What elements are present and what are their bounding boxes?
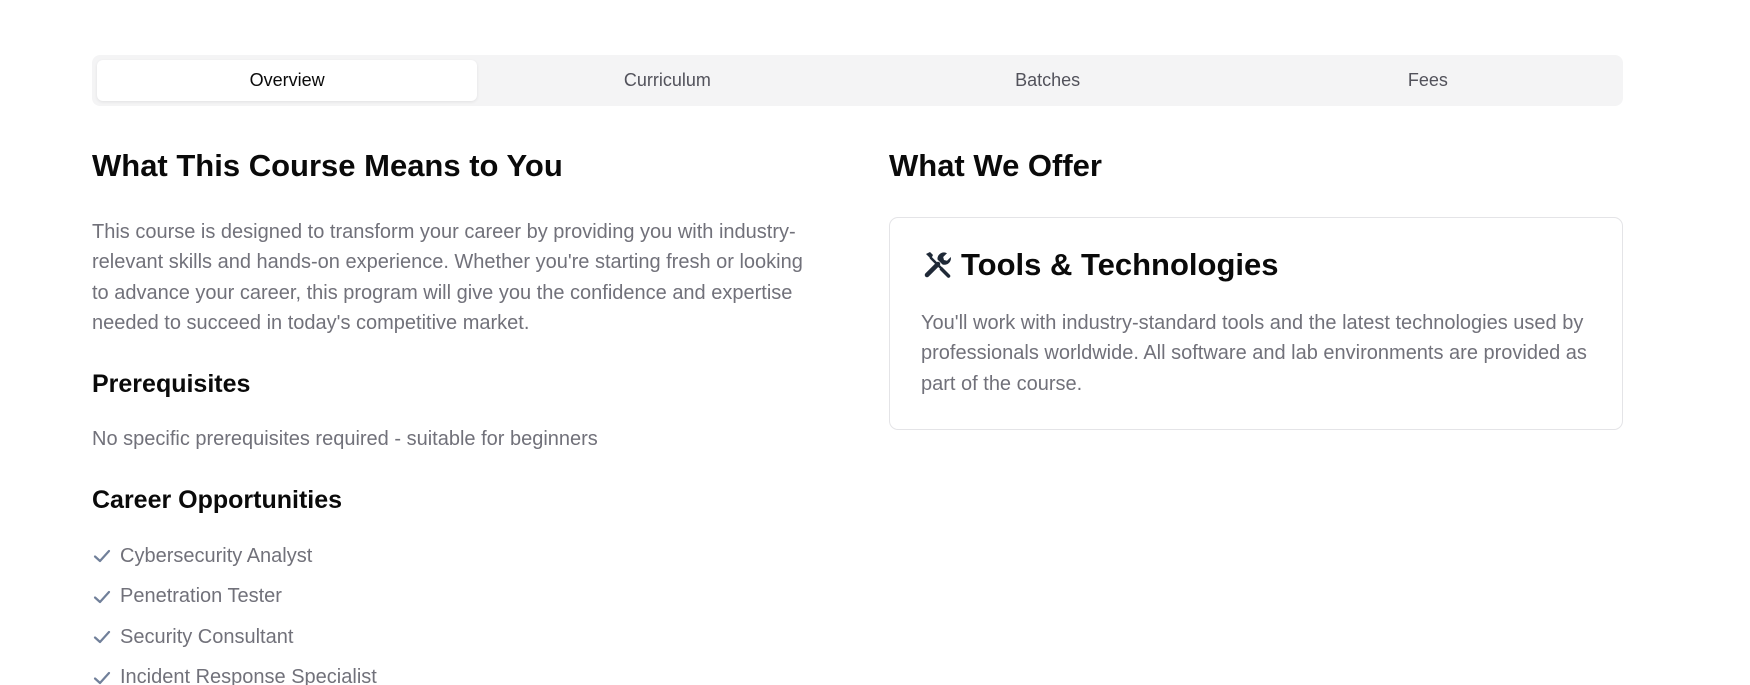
offer-heading: What We Offer	[889, 148, 1102, 183]
course-overview-page: Overview Curriculum Batches Fees What Th…	[0, 0, 1750, 685]
prerequisites-text: No specific prerequisites required - sui…	[92, 428, 598, 450]
career-item-label: Security Consultant	[120, 625, 294, 648]
tab-curriculum[interactable]: Curriculum	[477, 60, 857, 101]
check-icon	[93, 671, 111, 684]
list-item: Penetration Tester	[92, 577, 377, 618]
career-item-label: Penetration Tester	[120, 585, 282, 608]
list-item: Incident Response Specialist	[92, 658, 377, 685]
tools-card-text: You'll work with industry-standard tools…	[921, 312, 1587, 395]
offer-section: What We Offer Tools & Technologies You'l…	[889, 145, 1623, 430]
tools-icon	[924, 252, 951, 278]
career-item-label: Cybersecurity Analyst	[120, 544, 313, 567]
course-meaning-heading: What This Course Means to You	[92, 148, 563, 183]
course-intro-text: This course is designed to transform you…	[92, 221, 803, 335]
tab-overview[interactable]: Overview	[97, 60, 478, 101]
tools-card-header: Tools & Technologies	[921, 245, 1278, 285]
career-item-label: Incident Response Specialist	[120, 666, 377, 685]
check-icon	[93, 590, 111, 603]
tab-fees[interactable]: Fees	[1238, 60, 1618, 101]
list-item: Cybersecurity Analyst	[92, 536, 377, 577]
course-meaning-section: What This Course Means to You This cours…	[92, 145, 822, 685]
check-icon	[93, 550, 111, 563]
list-item: Security Consultant	[92, 617, 377, 658]
check-icon	[93, 631, 111, 644]
prerequisites-heading: Prerequisites	[92, 370, 251, 398]
career-list: Cybersecurity Analyst Penetration Tester…	[92, 536, 377, 685]
career-opportunities-heading: Career Opportunities	[92, 486, 343, 514]
course-tabs: Overview Curriculum Batches Fees	[92, 55, 1623, 106]
tools-card: Tools & Technologies You'll work with in…	[889, 217, 1623, 430]
tools-card-title: Tools & Technologies	[961, 247, 1279, 282]
tab-batches[interactable]: Batches	[858, 60, 1238, 101]
